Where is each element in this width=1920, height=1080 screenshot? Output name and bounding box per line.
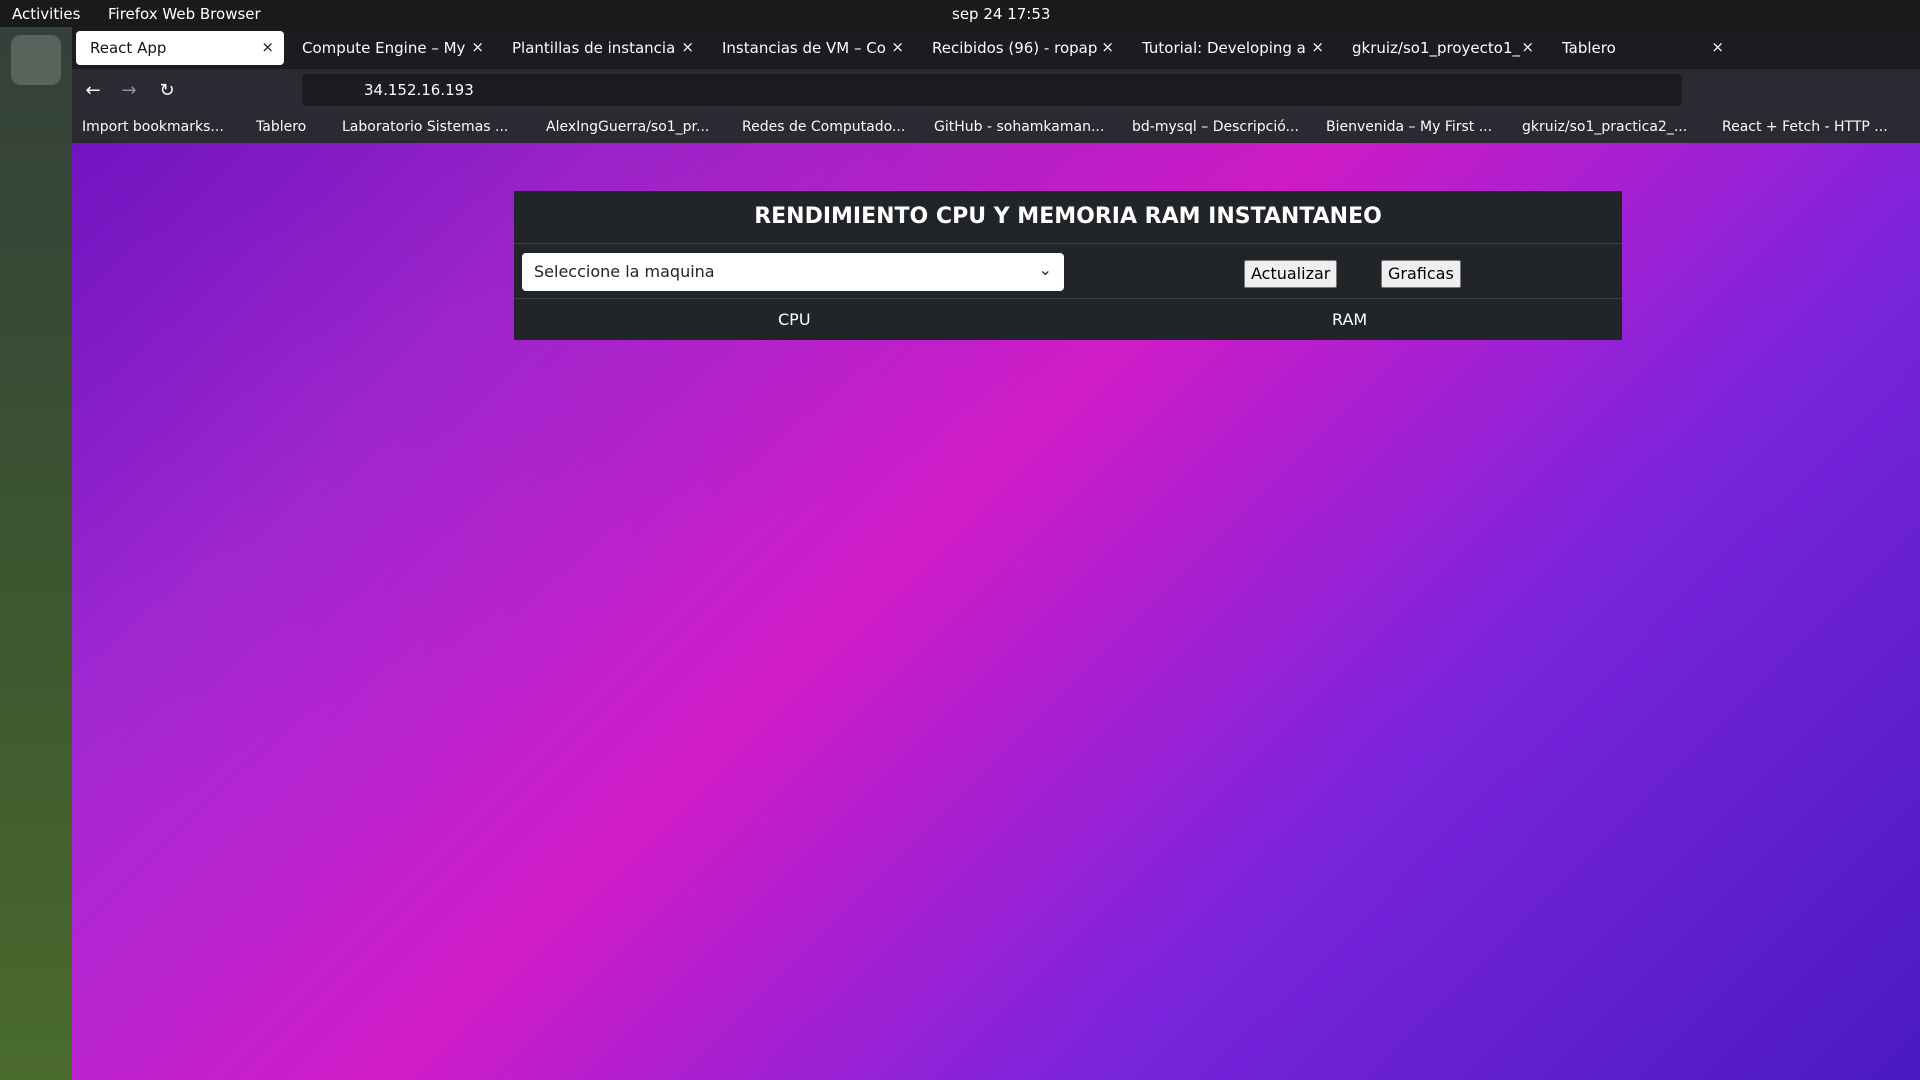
clock[interactable]: sep 24 17:53 (952, 5, 1050, 23)
forward-icon[interactable]: → (118, 80, 140, 102)
system-top-bar: Activities Firefox Web Browser sep 24 17… (0, 0, 1920, 27)
machine-select-value: Seleccione la maquina (534, 262, 715, 281)
close-icon[interactable]: × (1521, 38, 1534, 56)
tab-react-app[interactable]: React App × (76, 31, 284, 65)
bookmark-item[interactable]: Tablero (256, 119, 306, 135)
cpu-label: CPU (778, 310, 811, 329)
tab-gkruiz[interactable]: gkruiz/so1_proyecto1_ × (1338, 31, 1544, 65)
bookmark-item[interactable]: Redes de Computado... (742, 119, 905, 135)
firefox-icon[interactable] (11, 35, 61, 85)
app-menu[interactable]: Firefox Web Browser (108, 5, 261, 23)
app-grid-icon[interactable] (11, 1021, 61, 1071)
tab-tablero[interactable]: Tablero × (1548, 31, 1734, 65)
tab-plantillas[interactable]: Plantillas de instancia × (498, 31, 704, 65)
tab-compute-engine[interactable]: Compute Engine – My × (288, 31, 494, 65)
tab-title: Instancias de VM – Co (722, 39, 886, 57)
tab-title: Tablero (1562, 39, 1616, 57)
bookmark-item[interactable]: React + Fetch - HTTP ... (1722, 119, 1888, 135)
vscode-icon[interactable] (11, 375, 61, 425)
reload-icon[interactable]: ↻ (156, 80, 178, 102)
terminal-icon[interactable] (11, 239, 61, 289)
web-page: RENDIMIENTO CPU Y MEMORIA RAM INSTANTANE… (72, 143, 1920, 1080)
bookmark-item[interactable]: gkruiz/so1_practica2_... (1522, 119, 1687, 135)
bookmark-item[interactable]: Import bookmarks... (82, 119, 224, 135)
close-icon[interactable]: × (1311, 38, 1324, 56)
url-bar[interactable]: 34.152.16.193 (302, 74, 1682, 106)
bookmarks-toolbar: Import bookmarks... Tablero Laboratorio … (72, 113, 1920, 143)
tab-strip: React App × Compute Engine – My × Plantill… (72, 27, 1920, 69)
bookmark-item[interactable]: GitHub - sohamkaman... (934, 119, 1104, 135)
bookmark-item[interactable]: Bienvenida – My First ... (1326, 119, 1492, 135)
tab-title: Plantillas de instancia (512, 39, 676, 57)
machine-select[interactable]: Seleccione la maquina ⌄ (522, 253, 1064, 291)
url-text: 34.152.16.193 (364, 81, 474, 99)
close-icon[interactable]: × (1711, 38, 1724, 56)
close-icon[interactable]: × (891, 38, 904, 56)
tab-tutorial[interactable]: Tutorial: Developing a × (1128, 31, 1334, 65)
tab-title: Recibidos (96) - ropap (932, 39, 1098, 57)
close-icon[interactable]: × (261, 38, 274, 56)
tab-title: React App (90, 39, 167, 57)
activities-button[interactable]: Activities (12, 5, 80, 23)
inkscape-icon[interactable] (11, 307, 61, 357)
files-icon[interactable] (11, 103, 61, 153)
dock (0, 27, 72, 1080)
page-title: RENDIMIENTO CPU Y MEMORIA RAM INSTANTANE… (514, 191, 1622, 244)
tab-title: gkruiz/so1_proyecto1_ (1352, 39, 1521, 57)
ram-label: RAM (1332, 310, 1368, 329)
back-icon[interactable]: ← (82, 80, 104, 102)
tab-title: Compute Engine – My (302, 39, 466, 57)
monitor-panel: RENDIMIENTO CPU Y MEMORIA RAM INSTANTANE… (514, 191, 1622, 340)
bookmark-item[interactable]: AlexIngGuerra/so1_pr... (546, 119, 709, 135)
close-icon[interactable]: × (471, 38, 484, 56)
close-icon[interactable]: × (681, 38, 694, 56)
writer-icon[interactable] (11, 171, 61, 221)
close-icon[interactable]: × (1101, 38, 1114, 56)
graphs-button[interactable]: Graficas (1381, 260, 1461, 288)
update-button[interactable]: Actualizar (1244, 260, 1338, 288)
tab-title: Tutorial: Developing a (1142, 39, 1306, 57)
bookmark-item[interactable]: bd-mysql – Descripció... (1132, 119, 1299, 135)
bookmark-item[interactable]: Laboratorio Sistemas ... (342, 119, 508, 135)
navigation-toolbar: ← → ↻ 34.152.16.193 (72, 69, 1920, 113)
metrics-row: CPU RAM (514, 298, 1622, 341)
chevron-down-icon: ⌄ (1038, 260, 1052, 279)
tab-recibidos[interactable]: Recibidos (96) - ropap × (918, 31, 1124, 65)
tab-instancias[interactable]: Instancias de VM – Co × (708, 31, 914, 65)
